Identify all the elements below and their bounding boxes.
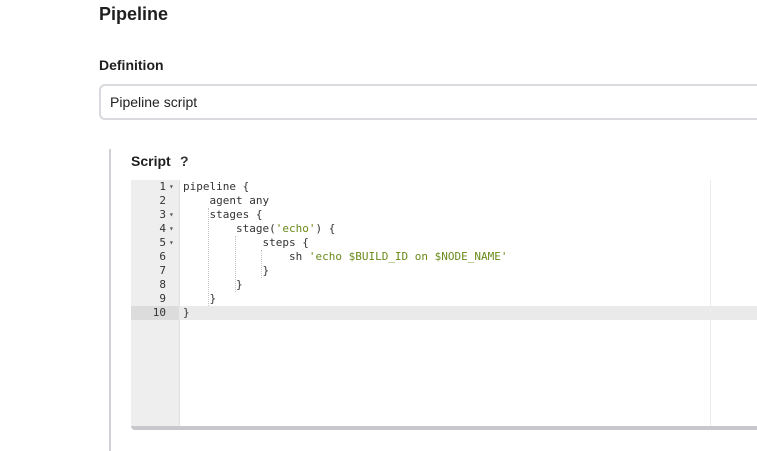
- section-title: Pipeline: [99, 4, 169, 24]
- code-text: }: [183, 292, 217, 306]
- code-line[interactable]: 8 }: [131, 278, 757, 292]
- code-token: ) {: [315, 222, 336, 235]
- indent-guide: [234, 236, 236, 292]
- code-token: agent any: [209, 194, 270, 207]
- fold-toggle-icon[interactable]: ▾: [169, 222, 177, 236]
- code-text: sh 'echo $BUILD_ID on $NODE_NAME': [183, 250, 508, 264]
- fold-toggle-icon[interactable]: ▾: [169, 208, 177, 222]
- code-text: stage('echo') {: [183, 222, 335, 236]
- line-number: 4: [159, 222, 166, 235]
- code-token: {: [242, 180, 250, 193]
- code-line[interactable]: 9 }: [131, 292, 757, 306]
- code-line[interactable]: 10}: [131, 306, 757, 320]
- indent-guide: [208, 208, 210, 306]
- code-line[interactable]: 2 agent any: [131, 194, 757, 208]
- code-line[interactable]: 5 ▾ steps {: [131, 236, 757, 250]
- code-string: 'echo $BUILD_ID on $NODE_NAME': [308, 250, 508, 263]
- fold-toggle-icon[interactable]: ▾: [169, 236, 177, 250]
- code-string: 'echo': [275, 222, 316, 235]
- line-number: 9: [159, 292, 166, 305]
- definition-label: Definition: [99, 57, 164, 73]
- code-text: }: [183, 264, 269, 278]
- code-text: steps {: [183, 236, 309, 250]
- line-number: 2: [159, 194, 166, 207]
- code-token: }: [262, 264, 270, 277]
- code-text: agent any: [183, 194, 270, 208]
- definition-select[interactable]: Pipeline script: [99, 84, 757, 120]
- code-token: sh: [288, 250, 309, 263]
- help-icon[interactable]: ?: [180, 153, 189, 169]
- line-number: 8: [159, 278, 166, 291]
- code-line[interactable]: 6 sh 'echo $BUILD_ID on $NODE_NAME': [131, 250, 757, 264]
- code-token: stage(: [235, 222, 276, 235]
- code-token: stages {: [209, 208, 263, 221]
- line-number: 10: [152, 306, 166, 319]
- code-text: stages {: [183, 208, 263, 222]
- line-number: 3: [159, 208, 166, 221]
- indent-guide: [261, 250, 263, 278]
- line-number: 1: [159, 180, 166, 193]
- fold-toggle-icon[interactable]: ▾: [169, 180, 177, 194]
- code-line[interactable]: 3 ▾ stages {: [131, 208, 757, 222]
- code-line[interactable]: 7 }: [131, 264, 757, 278]
- line-number: 6: [159, 250, 166, 263]
- code-line[interactable]: 1 ▾ pipeline {: [131, 180, 757, 194]
- nested-section-divider: [109, 149, 111, 451]
- line-number: 7: [159, 264, 166, 277]
- script-label: Script: [131, 153, 171, 169]
- code-token: }: [235, 278, 243, 291]
- code-text: }: [183, 278, 243, 292]
- pipeline-config-page: Pipeline Definition Pipeline script Scri…: [0, 0, 757, 451]
- line-number: 5: [159, 236, 166, 249]
- code-token: pipeline: [183, 180, 243, 193]
- script-editor[interactable]: 1 ▾ pipeline {2 agent any 3 ▾ stages {4 ▾ sta…: [131, 180, 757, 430]
- code-token: steps {: [262, 236, 309, 249]
- code-text: }: [183, 306, 190, 320]
- code-text: pipeline {: [183, 180, 249, 194]
- code-token: }: [183, 306, 190, 319]
- code-line[interactable]: 4 ▾ stage('echo') {: [131, 222, 757, 236]
- code-token: }: [209, 292, 217, 305]
